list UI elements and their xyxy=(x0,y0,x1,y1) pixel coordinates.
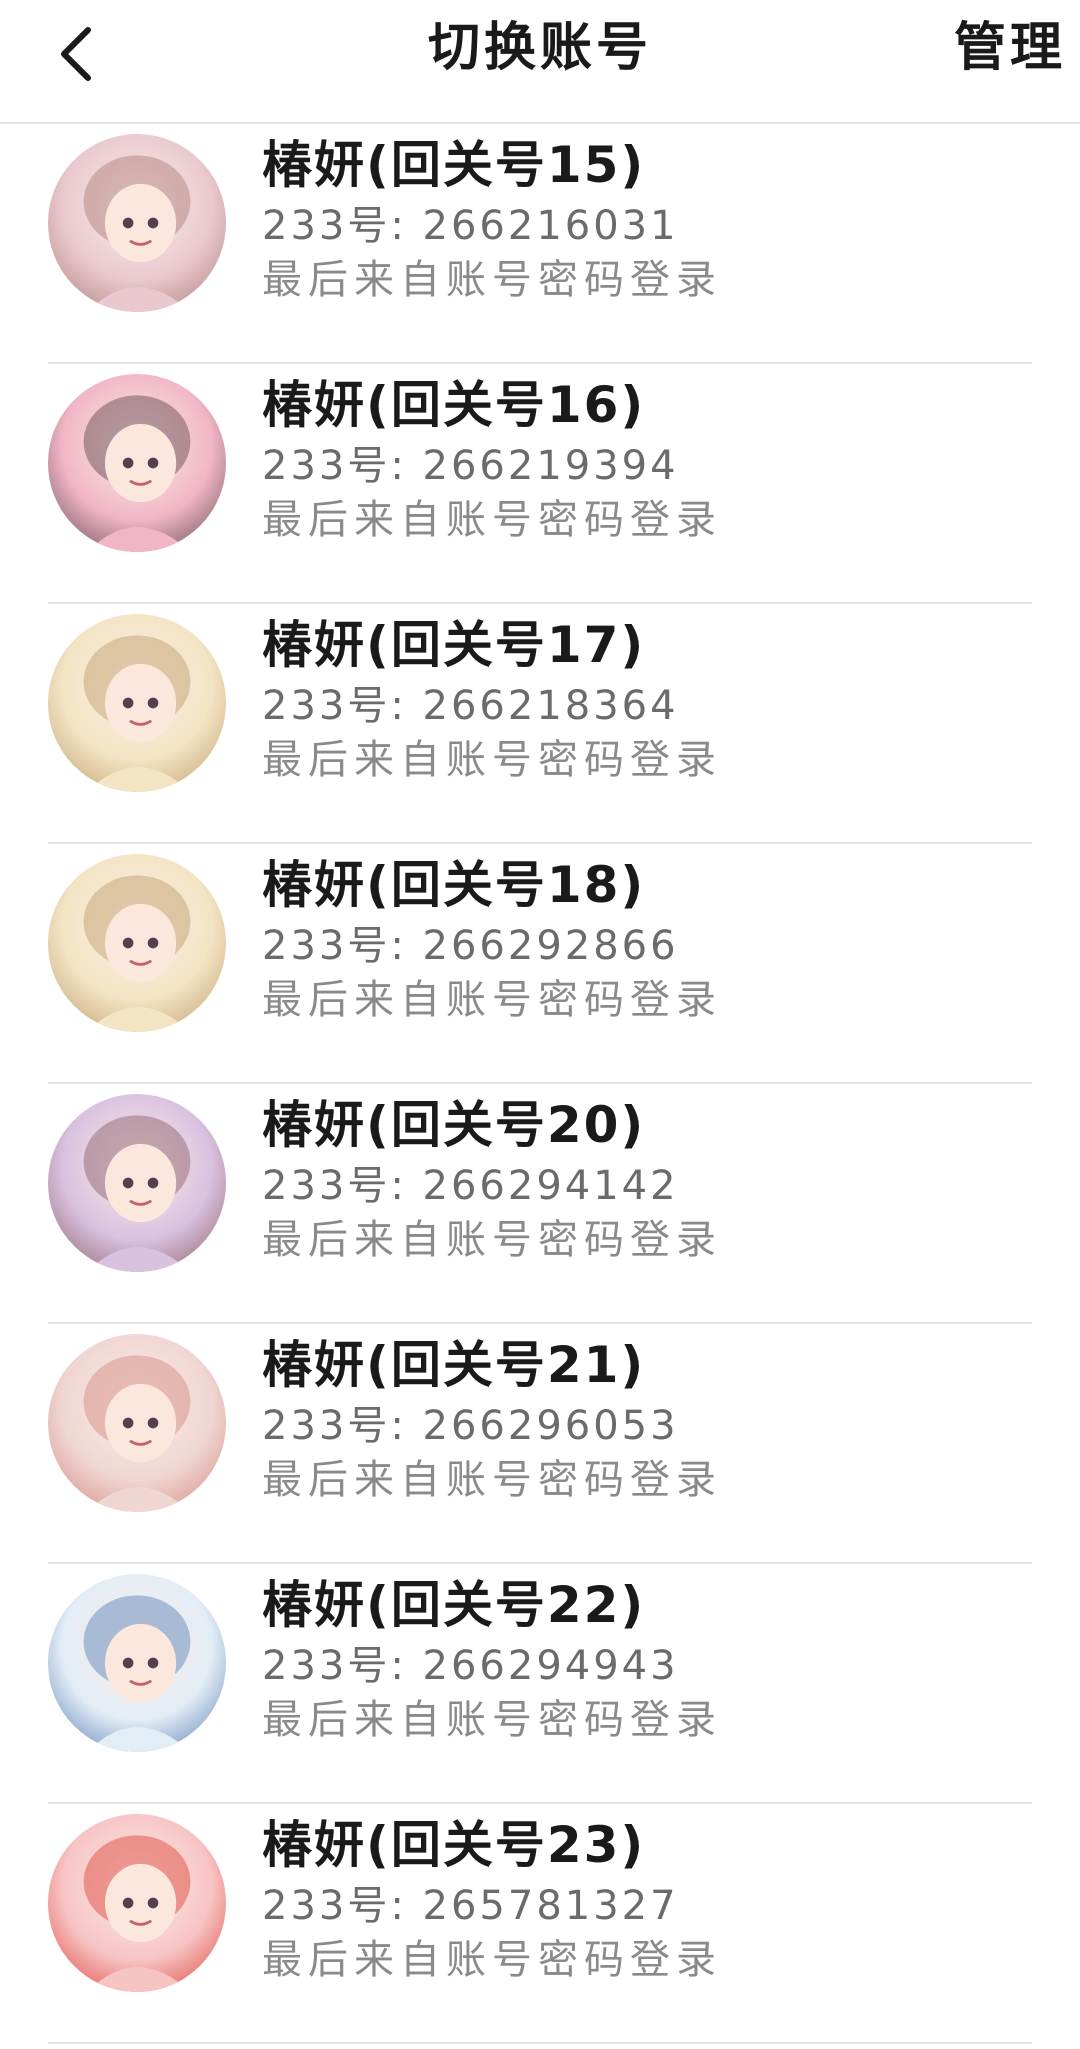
account-name: 椿妍(回关号18) xyxy=(262,856,646,914)
account-item[interactable]: 椿妍(回关号15) 233号: 266216031 最后来自账号密码登录 xyxy=(0,124,1080,364)
account-id: 233号: 266294142 xyxy=(262,1163,679,1209)
avatar xyxy=(48,1814,226,1992)
account-id: 233号: 266219394 xyxy=(262,443,679,489)
account-item[interactable]: 椿妍(回关号20) 233号: 266294142 最后来自账号密码登录 xyxy=(0,1084,1080,1324)
account-id: 233号: 266294943 xyxy=(262,1643,679,1689)
account-item[interactable]: 椿妍(回关号23) 233号: 265781327 最后来自账号密码登录 xyxy=(0,1804,1080,2044)
login-info: 最后来自账号密码登录 xyxy=(262,737,722,783)
avatar xyxy=(48,614,226,792)
login-info: 最后来自账号密码登录 xyxy=(262,1217,722,1263)
account-item[interactable]: 椿妍(回关号22) 233号: 266294943 最后来自账号密码登录 xyxy=(0,1564,1080,1804)
login-info: 最后来自账号密码登录 xyxy=(262,1457,722,1503)
account-list: 椿妍(回关号15) 233号: 266216031 最后来自账号密码登录 椿妍(回关号… xyxy=(0,124,1080,2044)
login-info: 最后来自账号密码登录 xyxy=(262,1697,722,1743)
avatar xyxy=(48,1574,226,1752)
account-name: 椿妍(回关号21) xyxy=(262,1336,646,1394)
login-info: 最后来自账号密码登录 xyxy=(262,1937,722,1983)
account-item[interactable]: 椿妍(回关号21) 233号: 266296053 最后来自账号密码登录 xyxy=(0,1324,1080,1564)
account-id: 233号: 266216031 xyxy=(262,203,679,249)
account-id: 233号: 266296053 xyxy=(262,1403,679,1449)
account-name: 椿妍(回关号22) xyxy=(262,1576,646,1634)
account-id: 233号: 266218364 xyxy=(262,683,679,729)
avatar xyxy=(48,1094,226,1272)
manage-button[interactable]: 管理 xyxy=(954,12,1066,84)
account-item[interactable]: 椿妍(回关号17) 233号: 266218364 最后来自账号密码登录 xyxy=(0,604,1080,844)
divider xyxy=(48,2042,1032,2044)
account-name: 椿妍(回关号20) xyxy=(262,1096,646,1154)
avatar xyxy=(48,374,226,552)
login-info: 最后来自账号密码登录 xyxy=(262,497,722,543)
account-name: 椿妍(回关号15) xyxy=(262,136,646,194)
account-id: 233号: 266292866 xyxy=(262,923,679,969)
login-info: 最后来自账号密码登录 xyxy=(262,977,722,1023)
avatar xyxy=(48,134,226,312)
account-name: 椿妍(回关号16) xyxy=(262,376,646,434)
account-name: 椿妍(回关号23) xyxy=(262,1816,646,1874)
account-name: 椿妍(回关号17) xyxy=(262,616,646,674)
page-title: 切换账号 xyxy=(427,18,652,78)
account-item[interactable]: 椿妍(回关号16) 233号: 266219394 最后来自账号密码登录 xyxy=(0,364,1080,604)
account-id: 233号: 265781327 xyxy=(262,1883,679,1929)
login-info: 最后来自账号密码登录 xyxy=(262,257,722,303)
avatar xyxy=(48,854,226,1032)
nav-header: 切换账号 管理 xyxy=(0,0,1080,124)
avatar xyxy=(48,1334,226,1512)
account-item[interactable]: 椿妍(回关号18) 233号: 266292866 最后来自账号密码登录 xyxy=(0,844,1080,1084)
